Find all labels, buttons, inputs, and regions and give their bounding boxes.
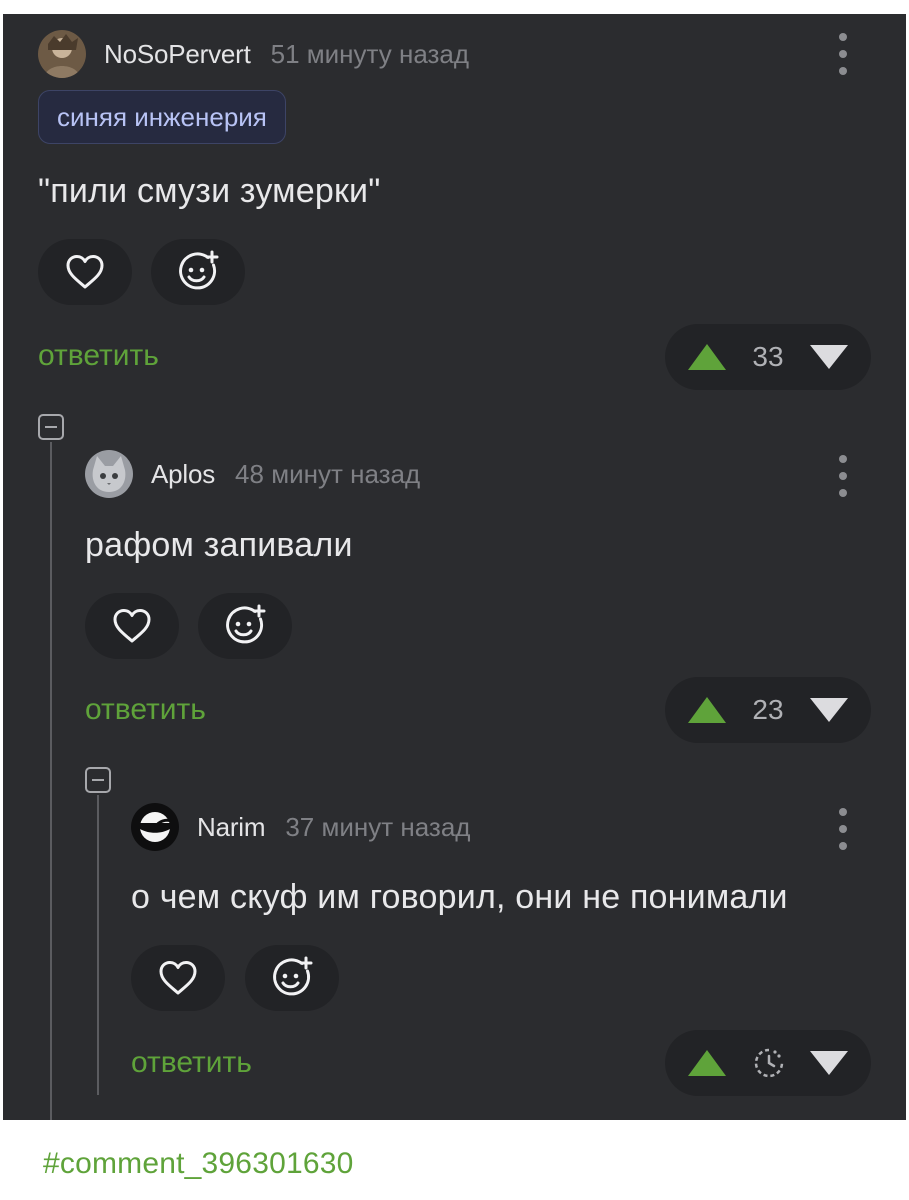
avatar[interactable] [38,30,86,78]
add-reaction-button[interactable] [245,945,339,1011]
thread-line [97,795,99,1095]
upvote-icon[interactable] [687,696,727,724]
upvote-icon[interactable] [687,1049,727,1077]
comment-header: NoSoPervert 51 минуту назад [38,28,469,80]
heart-icon [113,609,151,643]
comments-panel: NoSoPervert 51 минуту назад синяя инжене… [3,14,906,1120]
comment-text: о чем скуф им говорил, они не понимали [131,878,788,916]
more-options-icon[interactable] [837,33,849,75]
username[interactable]: NoSoPervert [104,39,251,70]
community-tag[interactable]: синяя инженерия [38,90,286,144]
downvote-icon[interactable] [809,344,849,370]
vote-box: 33 [665,324,871,390]
timestamp: 37 минут назад [285,811,471,842]
timestamp: 51 минуту назад [270,38,470,69]
vote-box [665,1030,871,1096]
heart-icon [66,255,104,289]
avatar[interactable] [131,803,179,851]
comment-header: Narim 37 минут назад [131,801,470,853]
timestamp: 48 минут назад [235,458,421,489]
username[interactable]: Aplos [151,459,215,490]
avatar[interactable] [85,450,133,498]
downvote-icon[interactable] [809,697,849,723]
like-button[interactable] [38,239,132,305]
username[interactable]: Narim [197,812,266,843]
comment-hashtag-link[interactable]: #comment_396301630 [43,1147,354,1181]
thread-line [50,442,52,1120]
score: 23 [752,694,784,725]
heart-icon [159,961,197,995]
reply-link[interactable]: ответить [85,693,206,727]
reply-link[interactable]: ответить [131,1046,252,1080]
vote-box: 23 [665,677,871,743]
clock-pending-icon [754,1048,784,1078]
comment-text: "пили смузи зумерки" [38,172,381,210]
more-options-icon[interactable] [837,455,849,497]
comment-text: рафом запивали [85,526,353,564]
more-options-icon[interactable] [837,808,849,850]
reply-link[interactable]: ответить [38,339,159,373]
comment-1: NoSoPervert 51 минуту назад синяя инжене… [3,14,906,404]
collapse-thread-button[interactable] [38,414,64,440]
like-button[interactable] [131,945,225,1011]
add-reaction-button[interactable] [198,593,292,659]
score: 33 [752,341,784,372]
downvote-icon[interactable] [809,1050,849,1076]
add-reaction-button[interactable] [151,239,245,305]
comment-header: Aplos 48 минут назад [85,448,420,500]
like-button[interactable] [85,593,179,659]
smiley-plus-icon [226,604,266,644]
smiley-plus-icon [273,956,313,996]
upvote-icon[interactable] [687,343,727,371]
smiley-plus-icon [179,250,219,290]
collapse-thread-button[interactable] [85,767,111,793]
